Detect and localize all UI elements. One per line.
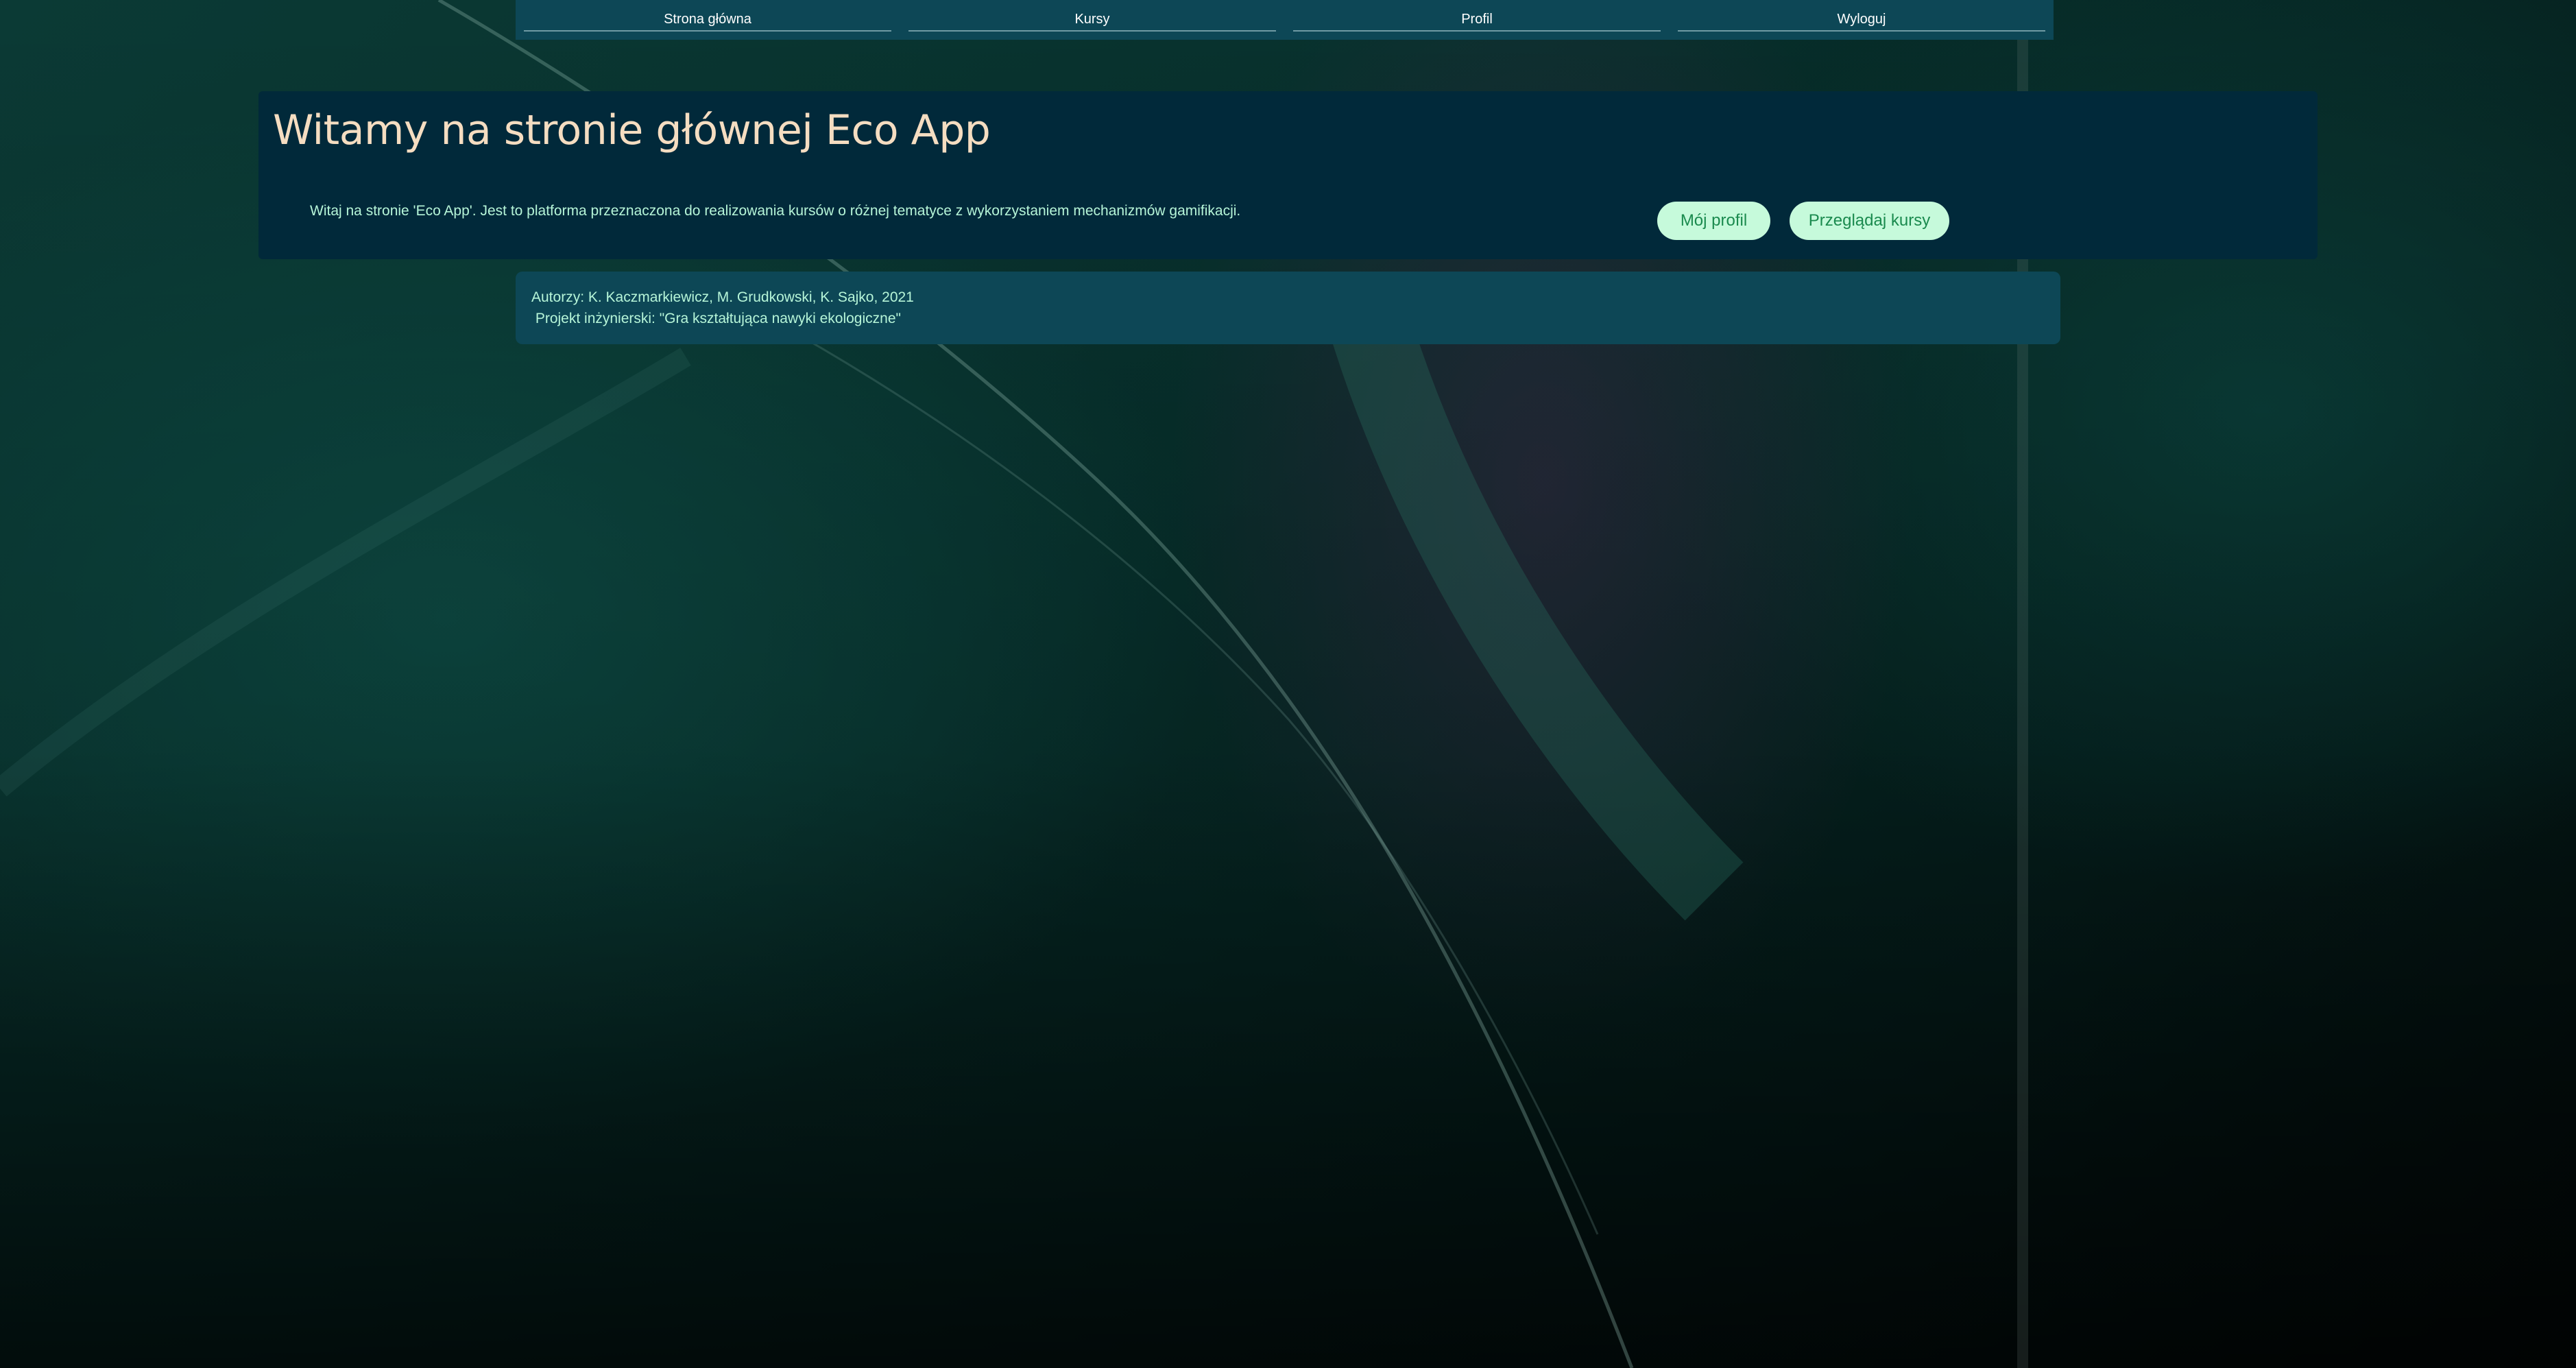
nav-item-courses[interactable]: Kursy xyxy=(908,0,1276,32)
top-navbar: Strona główna Kursy Profil Wyloguj xyxy=(516,0,2054,40)
credits-panel: Autorzy: K. Kaczmarkiewicz, M. Grudkowsk… xyxy=(516,272,2060,344)
welcome-panel: Witamy na stronie głównej Eco App Witaj … xyxy=(258,91,2318,259)
welcome-description: Witaj na stronie 'Eco App'. Jest to plat… xyxy=(310,203,1241,219)
nav-item-logout[interactable]: Wyloguj xyxy=(1678,0,2045,32)
nav-item-profile[interactable]: Profil xyxy=(1293,0,1661,32)
nav-item-home[interactable]: Strona główna xyxy=(524,0,891,32)
browse-courses-button[interactable]: Przeglądaj kursy xyxy=(1790,202,1949,240)
page-title: Witamy na stronie głównej Eco App xyxy=(273,106,991,154)
authors-text: Autorzy: K. Kaczmarkiewicz, M. Grudkowsk… xyxy=(531,289,914,305)
project-text: Projekt inżynierski: "Gra kształtująca n… xyxy=(531,311,901,326)
my-profile-button[interactable]: Mój profil xyxy=(1657,202,1770,240)
